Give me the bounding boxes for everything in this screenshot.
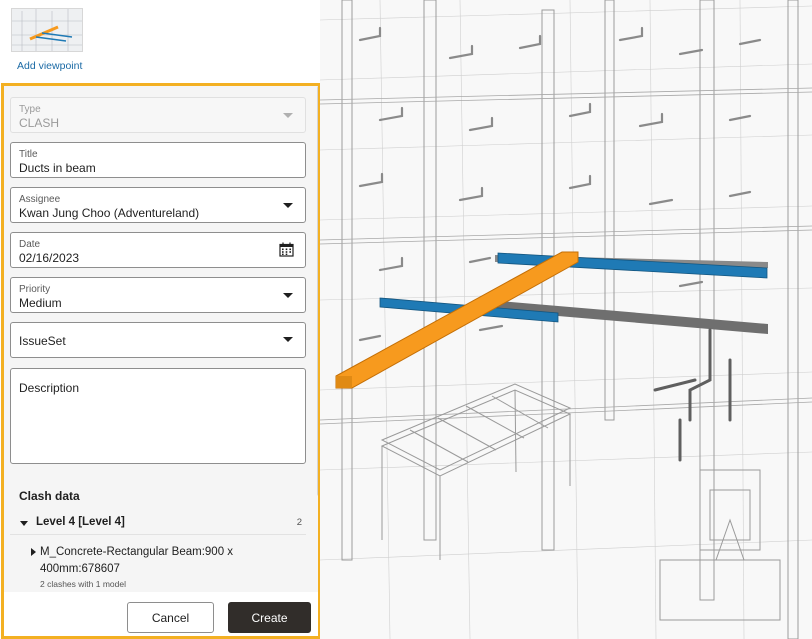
title-label: Title <box>19 149 38 160</box>
chevron-down-icon[interactable] <box>283 203 293 208</box>
viewpoint-thumbnail[interactable] <box>11 8 83 52</box>
model-3d-scene[interactable] <box>320 0 812 639</box>
calendar-icon[interactable] <box>279 242 294 257</box>
priority-value: Medium <box>19 296 62 310</box>
create-issue-form: Type CLASH Title Ducts in beam Assignee … <box>1 83 321 639</box>
type-label: Type <box>19 104 41 115</box>
type-value: CLASH <box>19 116 60 130</box>
clash-data-heading: Clash data <box>19 489 80 503</box>
element-tree-item[interactable]: M_Concrete-Rectangular Beam:900 x 400mm:… <box>10 541 306 591</box>
issueset-placeholder: IssueSet <box>19 334 66 348</box>
title-value[interactable]: Ducts in beam <box>19 161 96 175</box>
date-label: Date <box>19 239 41 250</box>
chevron-down-icon <box>283 113 293 118</box>
caret-down-icon[interactable] <box>20 521 28 526</box>
priority-select[interactable]: Priority Medium <box>10 277 306 313</box>
title-field[interactable]: Title Ducts in beam <box>10 142 306 178</box>
add-viewpoint-link[interactable]: Add viewpoint <box>17 60 82 72</box>
description-placeholder: Description <box>19 381 80 395</box>
type-select: Type CLASH <box>10 97 306 133</box>
issueset-select[interactable]: IssueSet <box>10 322 306 358</box>
level-count-badge: 2 <box>296 517 302 528</box>
level-tree-item[interactable]: Level 4 [Level 4] 2 <box>10 511 306 535</box>
element-summary: 2 clashes with 1 model <box>40 579 126 589</box>
form-footer: Cancel Create <box>4 592 318 636</box>
cancel-button[interactable]: Cancel <box>127 602 214 633</box>
model-viewport[interactable] <box>320 0 812 639</box>
create-button[interactable]: Create <box>228 602 311 633</box>
priority-label: Priority <box>19 284 51 295</box>
date-value[interactable]: 02/16/2023 <box>19 251 79 265</box>
assignee-label: Assignee <box>19 194 61 205</box>
element-name: M_Concrete-Rectangular Beam:900 x 400mm:… <box>40 546 234 575</box>
viewpoint-section: Add viewpoint <box>0 0 320 82</box>
caret-right-icon[interactable] <box>31 548 36 556</box>
assignee-select[interactable]: Assignee Kwan Jung Choo (Adventureland) <box>10 187 306 223</box>
level-label: Level 4 [Level 4] <box>36 516 125 528</box>
chevron-down-icon[interactable] <box>283 337 293 342</box>
assignee-value: Kwan Jung Choo (Adventureland) <box>19 206 200 220</box>
chevron-down-icon[interactable] <box>283 293 293 298</box>
date-field[interactable]: Date 02/16/2023 <box>10 232 306 268</box>
description-field[interactable]: Description <box>10 368 306 464</box>
